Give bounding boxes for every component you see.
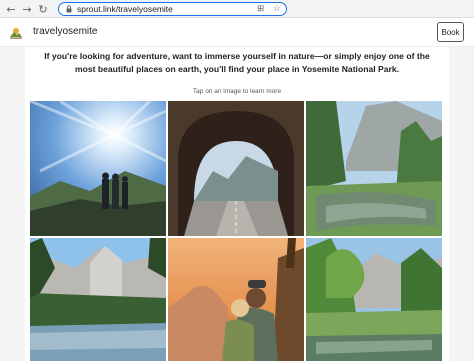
forward-icon[interactable]: → [20, 2, 34, 16]
reload-icon[interactable]: ↻ [36, 2, 50, 16]
valley-trees-image [306, 238, 442, 361]
intro-text: If you're looking for adventure, want to… [44, 51, 430, 74]
left-gutter [0, 47, 25, 361]
browser-toolbar: ← → ↻ sprout.link/travelyosemite ⊞ ☆ [0, 0, 474, 18]
tunnel-view-image [168, 101, 304, 236]
back-icon[interactable]: ← [4, 2, 18, 16]
star-icon[interactable]: ☆ [273, 4, 281, 15]
main-content: If you're looking for adventure, want to… [25, 47, 449, 361]
couple-half-dome-image [168, 238, 304, 361]
hint-text: Tap on an image to learn more [192, 88, 282, 95]
photo-el-capitan-meadow[interactable] [30, 238, 166, 361]
river-valley-image [306, 101, 442, 236]
photo-river-valley[interactable] [306, 101, 442, 236]
lock-icon [66, 5, 72, 13]
photo-hikers-sunburst[interactable] [30, 101, 166, 236]
brand-logo [8, 25, 24, 41]
book-button[interactable]: Book [437, 22, 464, 42]
hikers-sunburst-image [30, 101, 166, 236]
url-text[interactable]: sprout.link/travelyosemite [77, 4, 173, 15]
right-gutter [449, 47, 474, 361]
address-bar[interactable]: sprout.link/travelyosemite ⊞ ☆ [58, 2, 287, 16]
photo-couple-half-dome[interactable] [168, 238, 304, 361]
brand-name[interactable]: travelyosemite [33, 26, 97, 38]
photo-valley-trees[interactable] [306, 238, 442, 361]
install-app-icon[interactable]: ⊞ [257, 4, 264, 15]
el-capitan-meadow-image [30, 238, 166, 361]
site-header: travelyosemite Book [0, 18, 474, 47]
photo-tunnel-view[interactable] [168, 101, 304, 236]
